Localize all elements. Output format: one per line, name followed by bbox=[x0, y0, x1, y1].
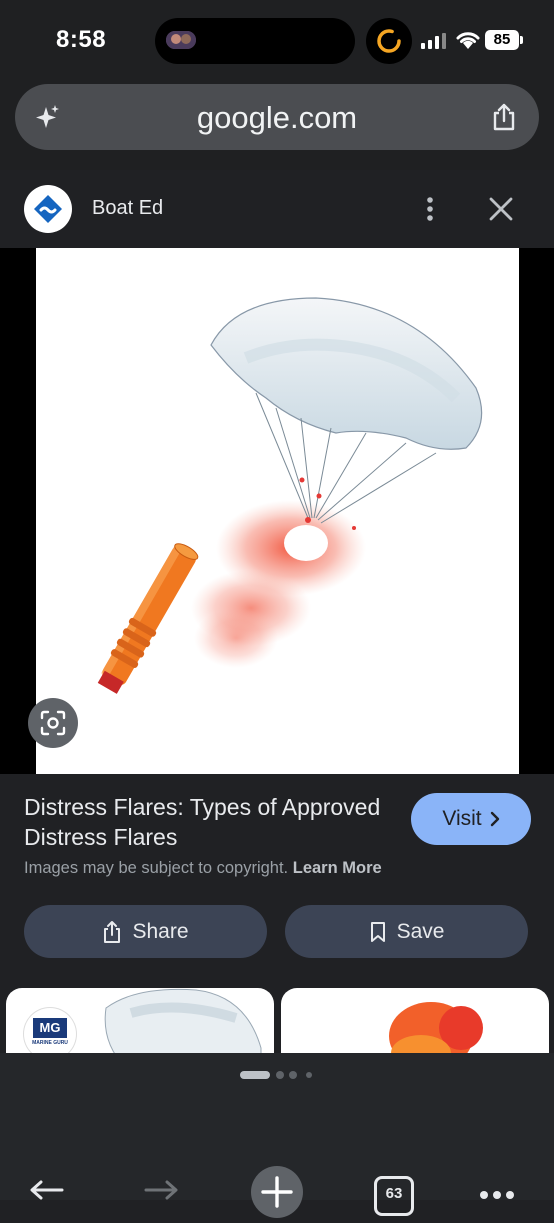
battery-indicator: 85 bbox=[485, 30, 519, 50]
boat-ed-logo-icon[interactable] bbox=[24, 185, 72, 233]
more-menu-icon[interactable] bbox=[478, 1188, 516, 1206]
battery-tip bbox=[520, 36, 523, 44]
logo-subtext: MARINE GURU bbox=[32, 1040, 68, 1046]
share-button[interactable]: Share bbox=[24, 905, 267, 958]
learn-more-link[interactable]: Learn More bbox=[293, 859, 382, 877]
close-icon[interactable] bbox=[488, 196, 514, 227]
url-text[interactable]: google.com bbox=[0, 100, 554, 136]
share-page-icon[interactable] bbox=[490, 102, 518, 137]
source-name[interactable]: Boat Ed bbox=[92, 197, 163, 220]
copyright-prefix: Images may be subject to copyright. bbox=[24, 859, 289, 877]
bookmark-icon bbox=[370, 921, 385, 942]
activity-ring-icon bbox=[366, 18, 412, 64]
chevron-right-icon bbox=[490, 811, 499, 827]
share-label: Share bbox=[132, 919, 189, 943]
carousel-page-indicator bbox=[240, 1068, 320, 1086]
logo-mark: MG bbox=[33, 1018, 67, 1038]
back-arrow-icon[interactable] bbox=[28, 1180, 66, 1205]
visit-label: Visit bbox=[442, 807, 482, 830]
source-header bbox=[0, 170, 554, 248]
wifi-icon bbox=[455, 30, 481, 55]
tab-switcher-button[interactable]: 63 bbox=[374, 1176, 414, 1216]
result-image[interactable] bbox=[36, 248, 519, 774]
plus-icon bbox=[261, 1176, 293, 1208]
save-button[interactable]: Save bbox=[285, 905, 528, 958]
new-tab-button[interactable] bbox=[251, 1166, 303, 1218]
result-title[interactable]: Distress Flares: Types of Approved Distr… bbox=[24, 792, 394, 852]
cellular-signal-icon bbox=[421, 33, 447, 54]
share-icon bbox=[104, 920, 121, 943]
visit-button[interactable]: Visit bbox=[411, 793, 531, 845]
now-playing-thumbnail bbox=[166, 31, 196, 49]
save-label: Save bbox=[396, 919, 445, 943]
more-options-icon[interactable] bbox=[420, 196, 440, 227]
copyright-notice: Images may be subject to copyright. Lear… bbox=[24, 859, 382, 878]
forward-arrow-icon[interactable] bbox=[142, 1180, 180, 1205]
status-time: 8:58 bbox=[56, 26, 107, 53]
lens-search-icon[interactable] bbox=[28, 698, 78, 748]
